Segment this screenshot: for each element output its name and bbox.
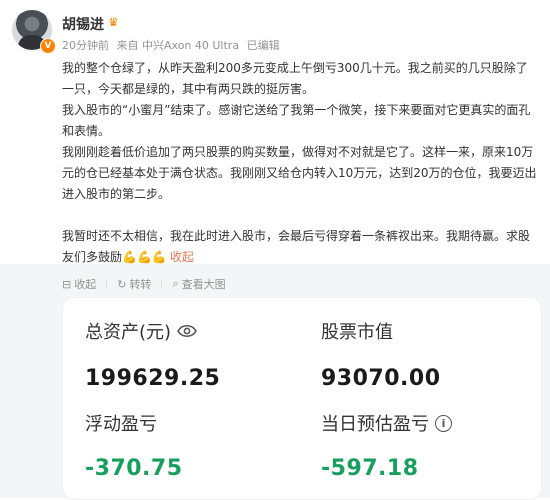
collapse-label: 收起 [74, 278, 97, 291]
post-meta: 20分钟前 来自 中兴Axon 40 Ultra 已编辑 [62, 37, 284, 53]
verified-badge-icon: V [40, 38, 56, 54]
daily-pl-label: 当日预估盈亏 [321, 414, 429, 435]
daily-pl: 当日预估盈亏 i -597.18 [321, 410, 452, 481]
paragraph-2: 我入股市的“小蜜月”结束了。感谢它送给了我第一个微笑，接下来要面对它更真实的面孔… [62, 103, 531, 138]
floating-pl: 浮动盈亏 -370.75 [85, 410, 183, 481]
view-large-label: 查看大图 [181, 278, 226, 291]
daily-pl-value: -597.18 [321, 456, 419, 481]
post-source: 来自 中兴Axon 40 Ultra [116, 39, 240, 52]
repost-label: 转转 [129, 278, 152, 291]
floating-pl-value: -370.75 [85, 456, 183, 481]
paragraph-4: 我暂时还不太相信，我在此时进入股市，会最后亏得穿着一条裤衩出来。我期待赢。求股友… [62, 226, 538, 268]
flex-emoji: 💪💪💪 [122, 250, 167, 264]
total-assets-label: 总资产(元) [85, 322, 172, 343]
author-name[interactable]: 胡锡进 [62, 14, 104, 34]
post-image-screenshot[interactable]: 总资产(元) 199629.25 股票市值 93070.00 浮动盈亏 -370… [62, 297, 542, 500]
info-icon[interactable]: i [435, 414, 452, 432]
view-large-button[interactable]: ⌕ 查看大图 [172, 276, 225, 292]
paragraph-1: 我的整个仓绿了，从昨天盈利200多元变成上午倒亏300几十元。我之前买的几只股除… [62, 61, 528, 96]
repost-button[interactable]: ↻ 转转 [117, 276, 151, 292]
divider [106, 279, 108, 289]
eye-icon [177, 324, 197, 338]
total-assets: 总资产(元) 199629.25 [85, 318, 220, 391]
rotate-icon: ↻ [117, 277, 127, 291]
market-value-label: 股票市值 [321, 322, 393, 343]
total-assets-value: 199629.25 [85, 366, 221, 391]
divider [161, 279, 163, 289]
floating-pl-label: 浮动盈亏 [85, 414, 157, 435]
search-icon: ⌕ [172, 277, 179, 290]
image-toolbar: ⊟ 收起 ↻ 转转 ⌕ 查看大图 [62, 274, 226, 294]
market-value-value: 93070.00 [321, 366, 441, 391]
collapse-icon: ⊟ [62, 277, 72, 291]
edited-label[interactable]: 已编辑 [247, 39, 280, 52]
crown-icon: ♛ [108, 15, 119, 29]
post-time: 20分钟前 [62, 39, 109, 52]
collapse-link[interactable]: 收起 [170, 250, 194, 264]
paragraph-3: 我刚刚趁着低价追加了两只股票的购买数量，做得对不对就是它了。这样一来，原来10万… [62, 145, 537, 201]
post-content: 我的整个仓绿了，从昨天盈利200多元变成上午倒亏300几十元。我之前买的几只股除… [62, 58, 538, 268]
weibo-post: V 胡锡进 ♛ 20分钟前 来自 中兴Axon 40 Ultra 已编辑 我的整… [0, 0, 550, 500]
collapse-button[interactable]: ⊟ 收起 [62, 276, 96, 292]
market-value: 股票市值 93070.00 [321, 318, 441, 391]
